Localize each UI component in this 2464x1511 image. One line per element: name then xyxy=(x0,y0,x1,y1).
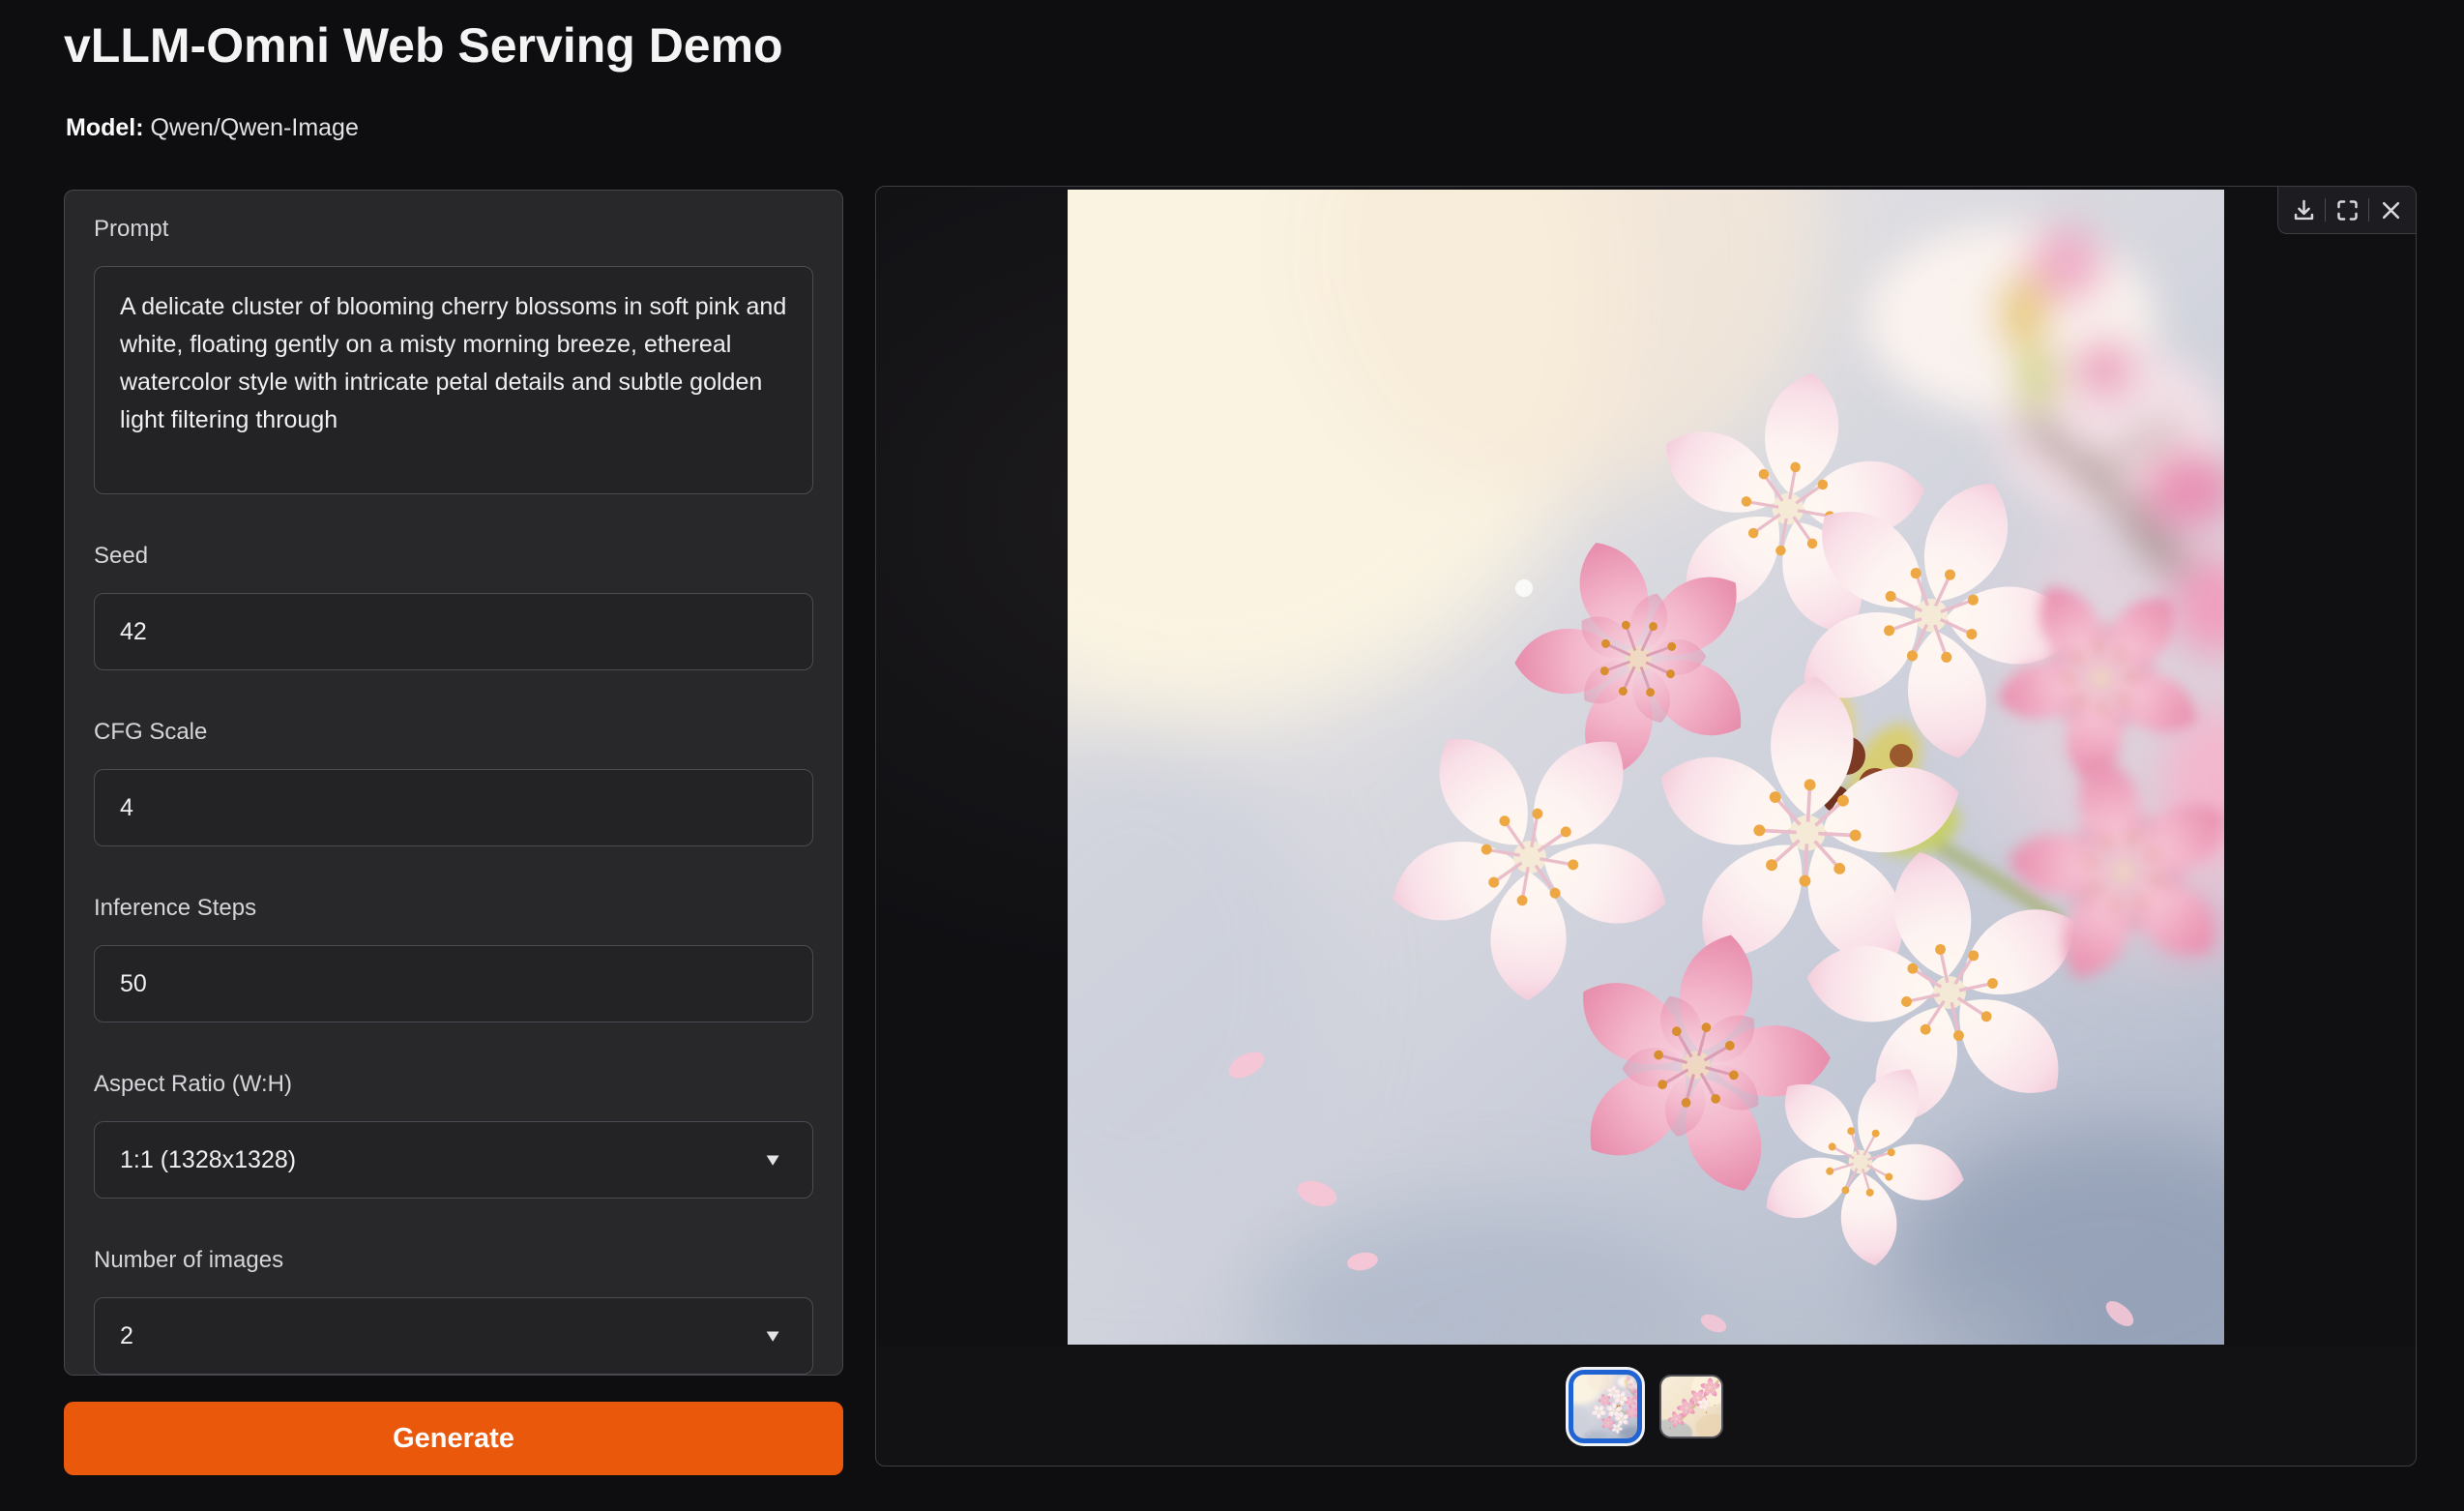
num-images-label: Number of images xyxy=(94,1247,813,1274)
num-images-value: 2 xyxy=(120,1322,133,1350)
cfg-scale-label: CFG Scale xyxy=(94,719,813,746)
parameters-card: Prompt A delicate cluster of blooming ch… xyxy=(64,190,843,1376)
num-images-field-group: Number of images 2 ▼ xyxy=(94,1247,813,1375)
fullscreen-button[interactable] xyxy=(2326,188,2368,232)
gallery-thumbnail-row xyxy=(876,1346,2416,1467)
model-value: Qwen/Qwen-Image xyxy=(151,114,359,141)
seed-field-group: Seed xyxy=(94,543,813,670)
thumbnail-image-2 xyxy=(1661,1377,1721,1437)
cfg-scale-field-group: CFG Scale xyxy=(94,719,813,846)
chevron-down-icon: ▼ xyxy=(762,1326,783,1347)
app-page: vLLM-Omni Web Serving Demo Model: Qwen/Q… xyxy=(0,0,2464,1511)
generate-button[interactable]: Generate xyxy=(64,1402,843,1475)
seed-label: Seed xyxy=(94,543,813,570)
num-images-dropdown[interactable]: 2 ▼ xyxy=(94,1297,813,1375)
generated-image[interactable] xyxy=(1068,190,2224,1345)
close-icon xyxy=(2378,197,2404,223)
seed-input[interactable] xyxy=(94,593,813,670)
image-toolbar xyxy=(2277,187,2416,234)
gallery-thumbnail-2[interactable] xyxy=(1659,1375,1723,1438)
aspect-ratio-label: Aspect Ratio (W:H) xyxy=(94,1071,813,1098)
prompt-input[interactable]: A delicate cluster of blooming cherry bl… xyxy=(94,266,813,494)
inference-steps-field-group: Inference Steps xyxy=(94,895,813,1022)
thumbnail-image-1 xyxy=(1573,1375,1637,1438)
chevron-down-icon: ▼ xyxy=(762,1150,783,1170)
aspect-ratio-dropdown[interactable]: 1:1 (1328x1328) ▼ xyxy=(94,1121,813,1199)
model-label: Model: xyxy=(66,114,144,141)
cfg-scale-input[interactable] xyxy=(94,769,813,846)
page-title: vLLM-Omni Web Serving Demo xyxy=(64,17,783,74)
inference-steps-label: Inference Steps xyxy=(94,895,813,922)
aspect-ratio-field-group: Aspect Ratio (W:H) 1:1 (1328x1328) ▼ xyxy=(94,1071,813,1199)
image-stage xyxy=(876,187,2416,1346)
download-button[interactable] xyxy=(2282,188,2325,232)
download-icon xyxy=(2291,197,2317,223)
aspect-ratio-value: 1:1 (1328x1328) xyxy=(120,1146,296,1174)
prompt-field-group: Prompt A delicate cluster of blooming ch… xyxy=(94,216,813,494)
gallery-thumbnail-1-selected[interactable] xyxy=(1569,1370,1642,1443)
model-line: Model: Qwen/Qwen-Image xyxy=(66,114,359,142)
inference-steps-input[interactable] xyxy=(94,945,813,1022)
prompt-label: Prompt xyxy=(94,216,813,243)
close-button[interactable] xyxy=(2369,188,2412,232)
image-viewer-panel xyxy=(875,186,2417,1467)
fullscreen-icon xyxy=(2334,197,2361,223)
